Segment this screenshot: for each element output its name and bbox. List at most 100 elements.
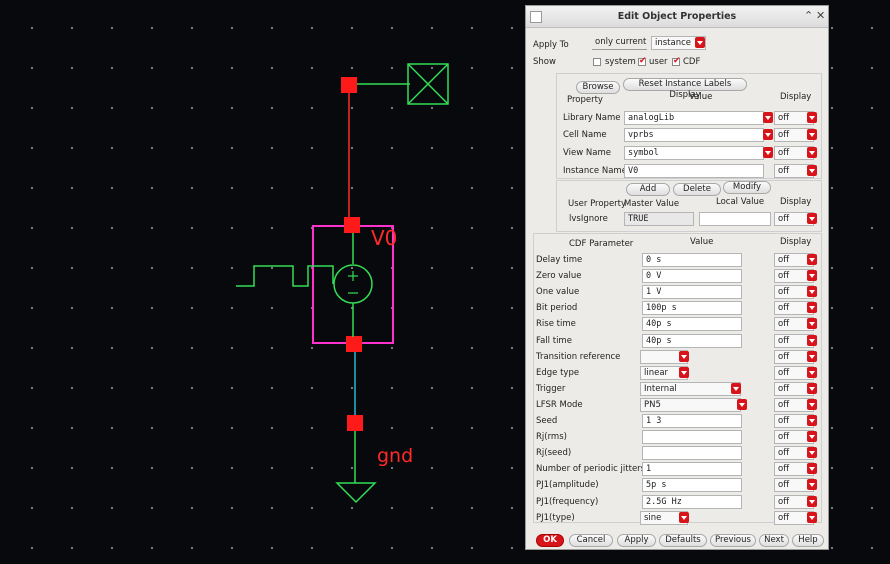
instance-name-label: Instance Name [563, 166, 627, 176]
defaults-button[interactable]: Defaults [659, 534, 707, 547]
cdf-pj1-amplitude-field[interactable]: 5p s [642, 478, 742, 492]
instance-pin-plus[interactable] [344, 217, 360, 233]
cell-name-display-dropdown-icon[interactable] [807, 129, 817, 140]
cdf-trigger-display-dropdown-icon[interactable] [807, 383, 817, 394]
cdf-lfsr-mode-dropdown-icon[interactable] [737, 399, 747, 410]
cdf-lfsr-mode-select[interactable]: PN5 [640, 398, 741, 412]
add-button[interactable]: Add [626, 183, 670, 196]
cdf-one-value-field[interactable]: 1 V [642, 285, 742, 299]
cdf-delay-time-display-dropdown-icon[interactable] [807, 254, 817, 265]
minimize-icon[interactable]: ⌃ [804, 9, 813, 22]
cdf-rj-seed-field[interactable] [642, 446, 742, 460]
cdf-rise-time-label: Rise time [536, 319, 576, 329]
cdf-delay-time-field[interactable]: 0 s [642, 253, 742, 267]
cdf-lfsr-mode-display-dropdown-icon[interactable] [807, 399, 817, 410]
cell-name-dropdown-icon[interactable] [763, 129, 773, 140]
cdf-seed-field[interactable]: 1 3 [642, 414, 742, 428]
show-cdf-checkbox[interactable] [672, 56, 681, 66]
apply-to-label: Apply To [533, 40, 569, 50]
local-value-header: Local Value [716, 197, 765, 207]
cdf-fall-time-field[interactable]: 40p s [642, 334, 742, 348]
cdf-rise-time-display-dropdown-icon[interactable] [807, 318, 817, 329]
cdf-one-value-display-dropdown-icon[interactable] [807, 286, 817, 297]
instance-pin-minus[interactable] [346, 336, 362, 352]
instance-name-field[interactable]: V0 [624, 164, 764, 178]
instance-name-display-dropdown-icon[interactable] [807, 165, 817, 176]
cdf-rise-time-field[interactable]: 40p s [642, 317, 742, 331]
cdf-rj-rms-display-dropdown-icon[interactable] [807, 431, 817, 442]
cdf-bit-period-label: Bit period [536, 303, 578, 313]
cdf-one-value-label: One value [536, 287, 580, 297]
help-button[interactable]: Help [792, 534, 824, 547]
display-header: Display [780, 92, 812, 102]
cdf-edge-type-display-dropdown-icon[interactable] [807, 367, 817, 378]
delete-button[interactable]: Delete [673, 183, 721, 196]
show-system-label: system [605, 57, 636, 67]
view-name-display-dropdown-icon[interactable] [807, 147, 817, 158]
previous-button[interactable]: Previous [710, 534, 756, 547]
cdf-value-header: Value [690, 237, 714, 247]
cdf-rj-rms-field[interactable] [642, 430, 742, 444]
cdf-lfsr-mode-label: LFSR Mode [536, 400, 583, 410]
cdf-zero-value-label: Zero value [536, 271, 582, 281]
cdf-trigger-dropdown-icon[interactable] [731, 383, 741, 394]
library-name-dropdown-icon[interactable] [763, 112, 773, 123]
cdf-fall-time-display-dropdown-icon[interactable] [807, 335, 817, 346]
view-name-field[interactable]: symbol [624, 146, 764, 160]
cdf-rj-seed-display-dropdown-icon[interactable] [807, 447, 817, 458]
cdf-trigger-select[interactable]: Internal [640, 382, 741, 396]
cdf-pj1-amplitude-label: PJ1(amplitude) [536, 480, 599, 490]
cdf-transition-reference-dropdown-icon[interactable] [679, 351, 689, 362]
cdf-bit-period-display-dropdown-icon[interactable] [807, 302, 817, 313]
lvsignore-master-value: TRUE [624, 212, 694, 226]
view-name-dropdown-icon[interactable] [763, 147, 773, 158]
cdf-number-of-periodic-jitters-display-dropdown-icon[interactable] [807, 463, 817, 474]
dialog-title: Edit Object Properties [617, 11, 737, 22]
cdf-pj1-type-label: PJ1(type) [536, 513, 575, 523]
cdf-edge-type-dropdown-icon[interactable] [679, 367, 689, 378]
next-button[interactable]: Next [759, 534, 789, 547]
cdf-number-of-periodic-jitters-field[interactable]: 1 [642, 462, 742, 476]
cdf-pj1-frequency-field[interactable]: 2.5G Hz [642, 495, 742, 509]
library-name-display-dropdown-icon[interactable] [807, 112, 817, 123]
library-name-label: Library Name [563, 113, 621, 123]
instance-label: V0 [371, 226, 398, 250]
ground-symbol[interactable] [335, 482, 377, 504]
lvsignore-local-value[interactable] [699, 212, 771, 226]
cdf-pj1-frequency-label: PJ1(frequency) [536, 497, 599, 507]
reset-labels-button[interactable]: Reset Instance Labels Display [623, 78, 747, 100]
cdf-number-of-periodic-jitters-label: Number of periodic jitters [536, 464, 646, 474]
cdf-pj1-frequency-display-dropdown-icon[interactable] [807, 496, 817, 507]
cdf-zero-value-field[interactable]: 0 V [642, 269, 742, 283]
ground-label: gnd [377, 445, 414, 467]
cdf-bit-period-field[interactable]: 100p s [642, 301, 742, 315]
cdf-zero-value-display-dropdown-icon[interactable] [807, 270, 817, 281]
lvsignore-display-dropdown-icon[interactable] [807, 213, 817, 224]
voltage-source-symbol [333, 264, 373, 304]
view-name-label: View Name [563, 148, 611, 158]
cdf-transition-reference-display-dropdown-icon[interactable] [807, 351, 817, 362]
show-system-checkbox[interactable] [593, 58, 601, 66]
cdf-pj1-amplitude-display-dropdown-icon[interactable] [807, 479, 817, 490]
apply-button[interactable]: Apply [617, 534, 656, 547]
cdf-seed-display-dropdown-icon[interactable] [807, 415, 817, 426]
prbs-waveform-glyph [236, 265, 334, 287]
ok-button[interactable]: OK [536, 534, 564, 547]
apply-scope-select[interactable]: only current [592, 36, 647, 50]
cdf-parameter-header: CDF Parameter [569, 239, 634, 249]
modify-button[interactable]: Modify [723, 181, 771, 194]
cdf-seed-label: Seed [536, 416, 558, 426]
cancel-button[interactable]: Cancel [569, 534, 613, 547]
close-icon[interactable]: ✕ [816, 9, 825, 22]
cell-name-label: Cell Name [563, 130, 607, 140]
apply-target-dropdown-icon[interactable] [695, 37, 705, 48]
cell-name-field[interactable]: vprbs [624, 128, 764, 142]
show-user-label: user [649, 57, 668, 67]
browse-button[interactable]: Browse [576, 81, 620, 94]
pin-top[interactable] [341, 77, 357, 93]
library-name-field[interactable]: analogLib [624, 111, 764, 125]
pin-ground[interactable] [347, 415, 363, 431]
show-user-checkbox[interactable] [638, 56, 647, 66]
cdf-pj1-type-display-dropdown-icon[interactable] [807, 512, 817, 523]
cdf-pj1-type-dropdown-icon[interactable] [679, 512, 689, 523]
